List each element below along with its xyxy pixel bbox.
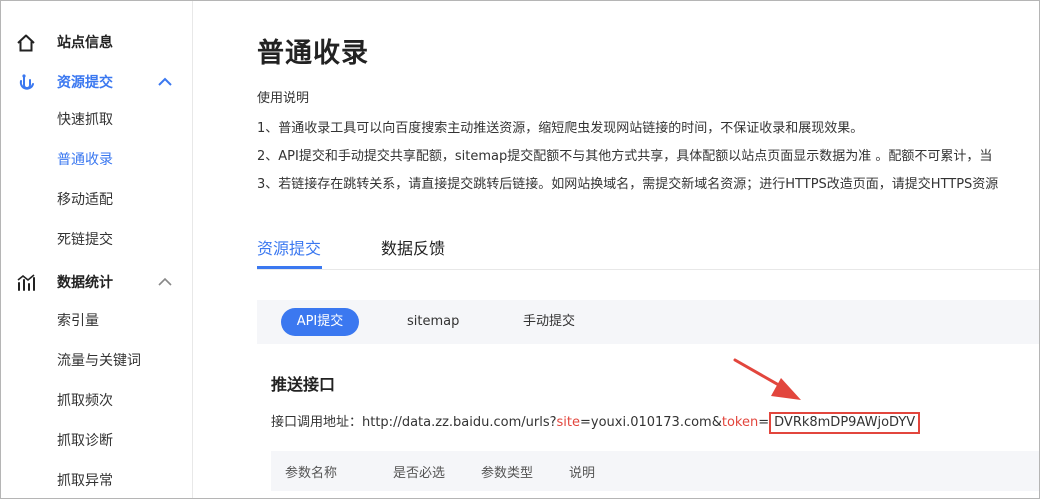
params-table-header: 参数名称 是否必选 参数类型 说明 [271,451,1039,491]
page-title: 普通收录 [257,38,369,69]
usage-line: 2、API提交和手动提交共享配额，sitemap提交配额不与其他方式共享，具体配… [257,149,993,164]
api-param-site: site [556,415,580,430]
sidebar-item-traffic-keywords[interactable]: 流量与关键词 [57,351,141,371]
usage-line: 1、普通收录工具可以向百度搜索主动推送资源，缩短爬虫发现网站链接的时间，不保证收… [257,121,864,136]
active-tab-indicator [257,266,322,269]
sidebar-item-crawl-diagnosis[interactable]: 抓取诊断 [57,431,113,451]
sidebar-item-crawl-errors[interactable]: 抓取异常 [57,471,113,491]
tab-data-feedback[interactable]: 数据反馈 [381,235,445,259]
api-equals: = [758,415,770,430]
sidebar-item-crawl-frequency[interactable]: 抓取频次 [57,391,113,411]
sidebar-item-dead-link[interactable]: 死链提交 [57,230,113,250]
sidebar-item-mobile-adapt[interactable]: 移动适配 [57,190,113,210]
window-frame: 站点信息 资源提交 快速抓取 普通收录 移动适配 死链提交 数据统计 索引量 流… [0,0,1040,499]
home-icon [17,34,35,52]
segment-manual-submit[interactable]: 手动提交 [523,308,575,336]
usage-line: 3、若链接存在跳转关系，请直接提交跳转后链接。如网站换域名，需提交新域名资源；进… [257,177,999,192]
api-param-token: token [721,415,759,430]
main-content: 普通收录 使用说明 1、普通收录工具可以向百度搜索主动推送资源，缩短爬虫发现网站… [193,1,1039,498]
segment-api-submit[interactable]: API提交 [281,308,359,336]
sidebar-item-site-info[interactable]: 站点信息 [1,22,192,62]
sidebar-label-site-info: 站点信息 [57,35,113,51]
submit-method-switcher: API提交 sitemap 手动提交 [257,300,1039,344]
table-header-param-type: 参数类型 [481,466,534,481]
api-endpoint-prefix: 接口调用地址：http://data.zz.baidu.com/urls? [271,415,557,430]
sidebar-group-data-stats[interactable]: 数据统计 [1,262,192,302]
usage-title: 使用说明 [257,91,310,106]
chevron-up-icon [158,277,172,286]
resource-submit-icon [19,74,34,90]
sidebar-label-resource-submit: 资源提交 [57,75,113,91]
chevron-up-icon [158,77,172,86]
table-header-description: 说明 [569,466,596,481]
sidebar-label-data-stats: 数据统计 [57,275,113,291]
annotation-arrow-icon [733,358,801,400]
sidebar-group-resource-submit[interactable]: 资源提交 [1,62,192,102]
segment-sitemap[interactable]: sitemap [407,308,459,336]
tab-divider [257,269,1039,270]
api-token-value: DVRk8mDP9AWjoDYV [769,412,921,434]
push-interface-title: 推送接口 [271,375,336,394]
sidebar-item-quick-crawl[interactable]: 快速抓取 [57,110,113,130]
tab-resource-submit[interactable]: 资源提交 [257,235,321,259]
api-site-value: =youxi.010173.com& [579,415,722,430]
table-header-param-name: 参数名称 [285,466,338,481]
chart-icon [17,274,35,291]
sidebar-item-index-volume[interactable]: 索引量 [57,311,99,331]
table-header-required: 是否必选 [393,466,446,481]
sidebar: 站点信息 资源提交 快速抓取 普通收录 移动适配 死链提交 数据统计 索引量 流… [1,1,193,498]
api-endpoint-line: 接口调用地址：http://data.zz.baidu.com/urls?sit… [271,411,921,434]
sidebar-item-normal-index[interactable]: 普通收录 [57,150,113,170]
